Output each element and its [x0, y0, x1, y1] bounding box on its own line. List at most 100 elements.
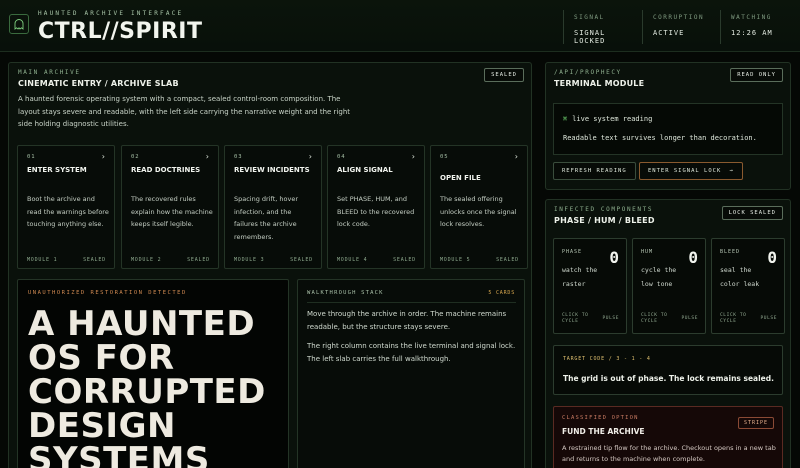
hero-kicker: UNAUTHORIZED RESTORATION DETECTED — [28, 290, 187, 296]
offer-description: A restrained tip flow for the archive. C… — [562, 444, 776, 463]
terminal-line: Readable text survives longer than decor… — [563, 134, 757, 142]
module-label: MODULE 1 — [27, 257, 58, 263]
header-kicker: HAUNTED ARCHIVE INTERFACE — [38, 10, 184, 17]
card-description: seal the color leak — [720, 266, 760, 288]
hero-block: UNAUTHORIZED RESTORATION DETECTED A HAUN… — [17, 279, 289, 468]
module-card-align-signal[interactable]: 04 › ALIGN SIGNAL Set PHASE, HUM, and BL… — [327, 145, 425, 269]
chevron-right-icon: › — [101, 152, 105, 161]
module-number: 02 — [131, 154, 140, 160]
card-pulse: PULSE — [681, 316, 698, 321]
module-label: MODULE 3 — [234, 257, 265, 263]
target-code: TARGET CODE / 3 - 1 - 4 — [563, 356, 651, 362]
refresh-reading-button[interactable]: REFRESH READING — [553, 162, 636, 180]
status-value: 12:26 AM — [731, 29, 773, 37]
terminal-line-text: live system reading — [572, 115, 653, 123]
hint-line: CYCLE — [562, 319, 579, 324]
module-card-review-incidents[interactable]: 03 › REVIEW INCIDENTS Spacing drift, hov… — [224, 145, 322, 269]
chevron-right-icon: › — [308, 152, 312, 161]
target-code-box: TARGET CODE / 3 - 1 - 4 The grid is out … — [553, 345, 783, 395]
terminal-output: ⌘ live system reading Readable text survi… — [553, 103, 783, 155]
status-label: CORRUPTION — [653, 14, 705, 21]
panel-title: TERMINAL MODULE — [554, 79, 645, 88]
status-watching: WATCHING 12:26 AM — [720, 10, 792, 44]
walkthrough-kicker: WALKTHROUGH STACK — [307, 290, 384, 296]
module-label: MODULE 5 — [440, 257, 471, 263]
bleed-card[interactable]: BLEED 0 seal the color leak CLICK TO CYCL… — [711, 238, 785, 334]
panel-kicker: MAIN ARCHIVE — [18, 69, 81, 76]
module-number: 04 — [337, 154, 346, 160]
phase-card[interactable]: PHASE 0 watch the raster CLICK TO CYCLE P… — [553, 238, 627, 334]
main-archive-panel: MAIN ARCHIVE CINEMATIC ENTRY / ARCHIVE S… — [8, 62, 532, 468]
card-pulse: PULSE — [602, 316, 619, 321]
module-description: The recovered rules explain how the mach… — [131, 195, 213, 228]
module-status: SEALED — [83, 257, 106, 263]
terminal-icon: ⌘ — [563, 115, 568, 123]
module-footer: MODULE 5 SEALED — [440, 257, 519, 263]
module-status: SEALED — [187, 257, 210, 263]
module-number: 03 — [234, 154, 243, 160]
module-number: 05 — [440, 154, 449, 160]
app-title: CTRL//SPIRIT — [38, 19, 203, 44]
app-header: HAUNTED ARCHIVE INTERFACE CTRL//SPIRIT S… — [0, 0, 800, 52]
chevron-right-icon: › — [514, 152, 518, 161]
target-status-text: The grid is out of phase. The lock remai… — [563, 374, 774, 383]
intro-text: A haunted forensic operating system with… — [18, 95, 351, 128]
status-signal: SIGNAL SIGNAL LOCKED — [563, 10, 633, 45]
panel-title: PHASE / HUM / BLEED — [554, 216, 655, 225]
card-label: PHASE — [562, 249, 583, 255]
hint-line: CYCLE — [720, 319, 737, 324]
module-label: MODULE 4 — [337, 257, 368, 263]
read-only-badge: READ ONLY — [730, 68, 783, 82]
hint-line: CYCLE — [641, 319, 658, 324]
module-footer: MODULE 3 SEALED — [234, 257, 313, 263]
hum-card[interactable]: HUM 0 cycle the low tone CLICK TO CYCLE P… — [632, 238, 706, 334]
card-label: BLEED — [720, 249, 741, 255]
chevron-right-icon: › — [205, 152, 209, 161]
module-card-open-file[interactable]: 05 › OPEN FILE The sealed offering unloc… — [430, 145, 528, 269]
module-footer: MODULE 2 SEALED — [131, 257, 210, 263]
panel-kicker: /API/PROPHECY — [554, 69, 622, 76]
module-card-read-doctrines[interactable]: 02 › READ DOCTRINES The recovered rules … — [121, 145, 219, 269]
hero-headline: A HAUNTED OS FOR CORRUPTED DESIGN SYSTEM… — [28, 304, 266, 468]
module-status: SEALED — [393, 257, 416, 263]
card-hint: CLICK TO CYCLE — [641, 313, 667, 325]
walkthrough-stack: WALKTHROUGH STACK 5 CARDS Move through t… — [297, 279, 525, 468]
sealed-badge: SEALED — [484, 68, 524, 82]
enter-signal-lock-button[interactable]: ENTER SIGNAL LOCK → — [639, 162, 743, 180]
module-title: REVIEW INCIDENTS — [234, 166, 310, 174]
offer-kicker: CLASSIFIED OPTION — [562, 415, 639, 421]
status-value: SIGNAL LOCKED — [574, 29, 606, 45]
module-status: SEALED — [496, 257, 519, 263]
card-pulse: PULSE — [760, 316, 777, 321]
module-title: ALIGN SIGNAL — [337, 166, 393, 174]
classified-offer[interactable]: CLASSIFIED OPTION FUND THE ARCHIVE STRIP… — [553, 406, 783, 468]
module-title: READ DOCTRINES — [131, 166, 201, 174]
terminal-panel: /API/PROPHECY TERMINAL MODULE READ ONLY … — [545, 62, 791, 190]
offer-title: FUND THE ARCHIVE — [562, 427, 645, 436]
panel-kicker: INFECTED COMPONENTS — [554, 206, 654, 213]
status-label: WATCHING — [731, 14, 772, 21]
module-label: MODULE 2 — [131, 257, 162, 263]
module-title: OPEN FILE — [440, 174, 481, 182]
divider — [307, 302, 516, 303]
status-label: SIGNAL — [574, 14, 605, 21]
status-corruption: CORRUPTION ACTIVE — [642, 10, 712, 44]
arrow-right-icon: → — [729, 168, 734, 174]
module-description: The sealed offering unlocks once the sig… — [440, 195, 517, 228]
cards-count: 5 CARDS — [488, 290, 515, 296]
ghost-logo-icon[interactable] — [9, 14, 29, 34]
card-description: watch the raster — [562, 266, 598, 288]
walkthrough-paragraph: Move through the archive in order. The m… — [307, 310, 507, 331]
card-hint: CLICK TO CYCLE — [562, 313, 588, 325]
module-card-enter-system[interactable]: 01 › ENTER SYSTEM Boot the archive and r… — [17, 145, 115, 269]
panel-title: CINEMATIC ENTRY / ARCHIVE SLAB — [18, 79, 179, 88]
module-description: Boot the archive and read the warnings b… — [27, 195, 109, 228]
module-status: SEALED — [290, 257, 313, 263]
terminal-line: ⌘ live system reading — [563, 115, 652, 123]
button-label: ENTER SIGNAL LOCK — [648, 168, 722, 174]
module-footer: MODULE 4 SEALED — [337, 257, 416, 263]
walkthrough-paragraph: The right column contains the live termi… — [307, 342, 516, 363]
status-value: ACTIVE — [653, 29, 685, 37]
module-description: Spacing drift, hover infection, and the … — [234, 195, 299, 241]
card-value: 0 — [609, 248, 619, 267]
